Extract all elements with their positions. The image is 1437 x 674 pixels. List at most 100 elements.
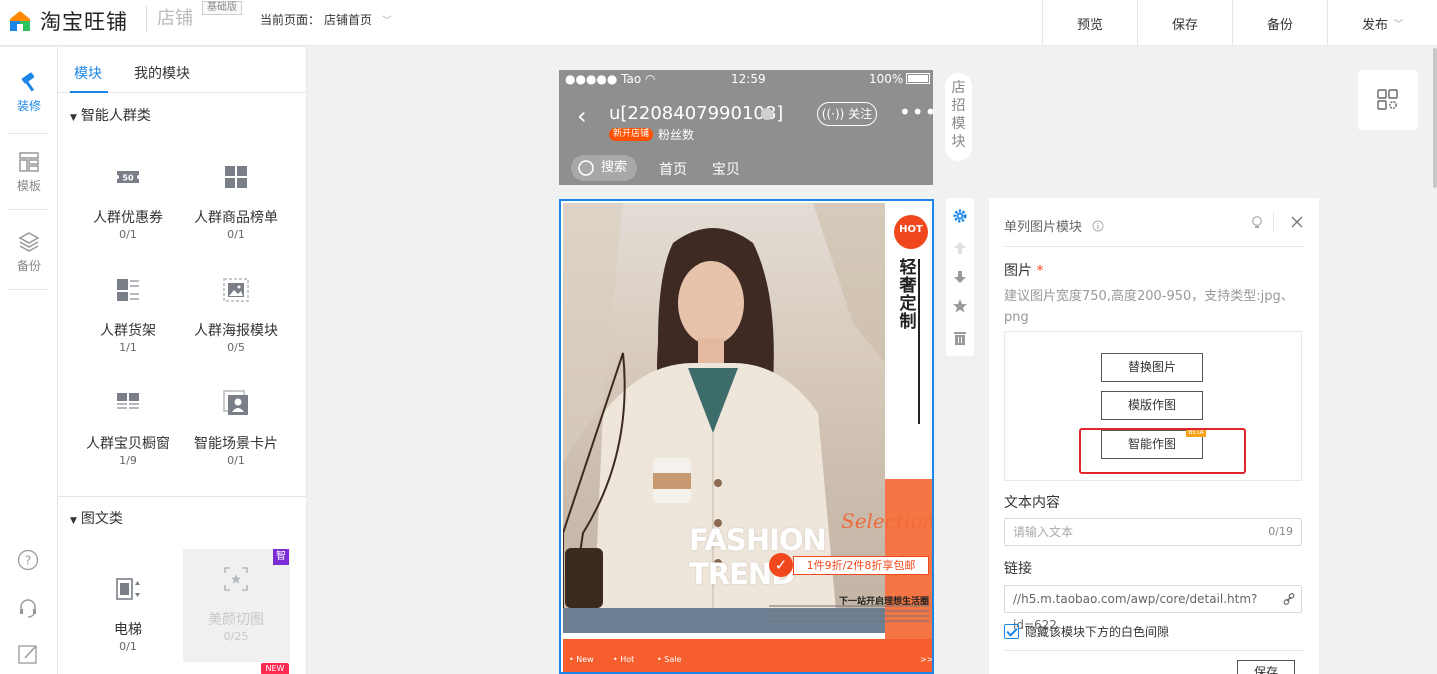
headset-icon[interactable]: [17, 597, 39, 619]
banner-fine-print: [769, 605, 929, 629]
module-name: 人群优惠券: [93, 210, 163, 226]
new-badge: NEW: [261, 663, 289, 674]
module-name: 人群商品榜单: [194, 210, 278, 226]
text-input[interactable]: 请输入文本 0/19: [1004, 518, 1302, 546]
module-name: 人群宝贝橱窗: [86, 436, 170, 452]
layers-icon: [18, 232, 40, 252]
module-crowd-poster[interactable]: 人群海报模块 0/5: [181, 276, 291, 354]
edition-badge: 基础版: [202, 1, 242, 15]
gear-icon[interactable]: [952, 208, 968, 224]
more-icon[interactable]: •••: [899, 100, 937, 124]
divider: [1004, 650, 1305, 651]
carrier: ●●●●● Tao ◠: [565, 72, 656, 86]
shelf-icon: [117, 279, 139, 301]
banner-link-hot: • Hot: [613, 655, 635, 664]
hide-gap-checkbox[interactable]: 隐藏该模块下方的白色间隙: [1004, 623, 1169, 640]
module-crowd-coupon[interactable]: 50 人群优惠券 0/1: [73, 163, 183, 241]
checkbox-checked-icon: [1004, 624, 1019, 639]
publish-button[interactable]: 发布 ﹀: [1327, 0, 1437, 46]
single-image-module[interactable]: HOT 轻奢定制 Selection FASHION TREND ✓ 1件9折/…: [559, 199, 934, 674]
battery-status: 100%: [869, 72, 931, 86]
check-icon: ✓: [769, 553, 793, 577]
panel-save-button[interactable]: 保存: [1237, 660, 1295, 674]
help-icon[interactable]: ?: [17, 549, 39, 571]
nav-decorate[interactable]: 装修: [0, 71, 58, 114]
template-design-button[interactable]: 模版作图: [1101, 391, 1203, 420]
current-page-selector[interactable]: 当前页面： 店铺首页 ﹀: [260, 11, 392, 28]
arrow-up-icon[interactable]: [952, 240, 968, 256]
info-icon[interactable]: [1092, 220, 1104, 232]
trash-icon[interactable]: [952, 330, 968, 346]
section-image-text[interactable]: ▼ 图文类: [70, 508, 123, 528]
image-label-text: 图片: [1004, 263, 1032, 279]
banner-link-new-text: New: [576, 655, 594, 664]
module-crowd-ranking[interactable]: 人群商品榜单 0/1: [181, 163, 291, 241]
nav-template[interactable]: 模板: [0, 151, 58, 194]
follow-button[interactable]: ((·)) 关注: [817, 102, 877, 126]
module-count: 0/5: [227, 341, 245, 354]
search-label: 搜索: [601, 160, 628, 175]
shop-search[interactable]: 搜索: [571, 155, 637, 181]
nav-backup[interactable]: 备份: [0, 231, 58, 274]
nav-backup-label: 备份: [16, 259, 41, 273]
shop-sign-module[interactable]: ●●●●● Tao ◠ 12:59 100% ‹ u[2208407990108…: [559, 70, 936, 185]
focus-star-icon: [224, 567, 248, 591]
section-smart-crowd[interactable]: ▼ 智能人群类: [70, 105, 151, 125]
banner-link-sale-text: Sale: [664, 655, 682, 664]
tab-modules[interactable]: 模块: [74, 63, 102, 83]
back-icon[interactable]: ‹: [577, 102, 587, 130]
module-name: 人群货架: [100, 323, 156, 339]
section-image-text-title: 图文类: [80, 511, 123, 527]
carrier-text: ●●●●● Tao: [565, 72, 642, 86]
module-crowd-shelf[interactable]: 人群货架 1/1: [73, 276, 183, 354]
close-icon[interactable]: [1291, 216, 1303, 228]
edit-icon[interactable]: [17, 643, 39, 665]
banner-link-more: >>: [920, 655, 934, 664]
status-bar: ●●●●● Tao ◠ 12:59 100%: [559, 70, 933, 90]
page-scrollbar[interactable]: [1433, 48, 1437, 188]
brand-name: 淘宝旺铺: [40, 10, 128, 34]
star-icon[interactable]: [952, 298, 968, 314]
module-elevator[interactable]: 电梯 0/1: [73, 575, 183, 653]
backup-button[interactable]: 备份: [1232, 0, 1327, 46]
save-top-label: 保存: [1171, 17, 1198, 33]
module-count: 0/25: [223, 630, 249, 643]
shop-nav-items[interactable]: 宝贝: [712, 159, 740, 179]
save-top-button[interactable]: 保存: [1137, 0, 1232, 46]
image-hint: 建议图片宽度750,高度200-950，支持类型:jpg、png: [1004, 289, 1294, 325]
banner-vertical-line: [918, 259, 920, 424]
tab-my-modules[interactable]: 我的模块: [134, 63, 190, 83]
apps-gear-icon: [1377, 89, 1398, 110]
banner-link-hot-text: Hot: [620, 655, 635, 664]
image-icon: [223, 278, 249, 302]
module-name: 智能场景卡片: [194, 436, 278, 452]
text-field-label: 文本内容: [1004, 495, 1060, 511]
coupon-icon-text: 50: [122, 174, 134, 183]
template-icon: [19, 152, 39, 172]
hide-gap-label: 隐藏该模块下方的白色间隙: [1025, 625, 1170, 639]
shop-nav-home[interactable]: 首页: [659, 159, 687, 179]
arrow-down-icon[interactable]: [952, 269, 968, 285]
hot-badge: HOT: [894, 215, 928, 249]
image-field-label: 图片 *: [1004, 260, 1043, 280]
module-count: 0/1: [119, 640, 137, 653]
banner-vertical-title: 轻奢定制: [899, 258, 917, 332]
module-beauty-cut[interactable]: 美颜切图 0/25: [181, 565, 291, 643]
link-icon[interactable]: [1283, 593, 1295, 605]
chevron-down-icon: ﹀: [1394, 19, 1404, 30]
link-field-label: 链接: [1004, 561, 1032, 577]
chevron-down-icon: ﹀: [382, 16, 393, 27]
module-manager-button[interactable]: [1358, 70, 1418, 130]
lightbulb-icon[interactable]: [1251, 216, 1263, 230]
module-smart-scene-card[interactable]: 智能场景卡片 0/1: [181, 389, 291, 467]
shop-sign-tab[interactable]: 店招模块: [945, 73, 972, 161]
svg-text:?: ?: [25, 554, 31, 568]
link-input[interactable]: //h5.m.taobao.com/awp/core/detail.htm?id…: [1004, 585, 1302, 632]
caret-down-icon: ▼: [70, 113, 77, 123]
shop-info-row: ‹ u[2208407990108] 新开店铺 粉丝数 ((·)) 关注 •••: [559, 100, 936, 145]
module-name: 美颜切图: [208, 612, 264, 628]
replace-image-button[interactable]: 替换图片: [1101, 353, 1203, 382]
module-crowd-showcase[interactable]: 人群宝贝橱窗 1/9: [73, 389, 183, 467]
brand-logo[interactable]: 淘宝旺铺: [6, 6, 128, 36]
preview-button[interactable]: 预览: [1042, 0, 1137, 46]
